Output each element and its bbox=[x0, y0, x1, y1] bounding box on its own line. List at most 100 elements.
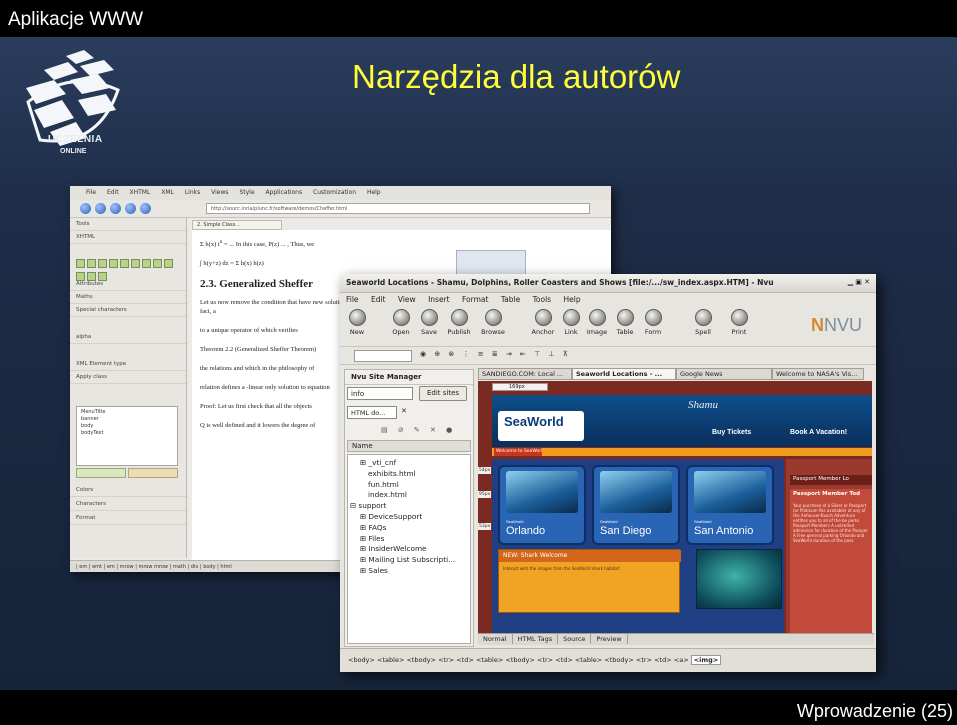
nvu-title-bar: Seaworld Locations - Shamu, Dolphins, Ro… bbox=[340, 274, 876, 293]
tab-html-tags[interactable]: HTML Tags bbox=[513, 634, 559, 644]
save-button[interactable]: Save bbox=[412, 309, 446, 336]
tag-item[interactable]: <td> bbox=[654, 656, 672, 664]
tag-item-selected[interactable]: <img> bbox=[690, 655, 722, 665]
tag-item[interactable]: <body> bbox=[348, 656, 375, 664]
apply-class-ok-button bbox=[76, 468, 126, 478]
tag-item[interactable]: <tr> bbox=[537, 656, 553, 664]
tag-item[interactable]: <td> bbox=[555, 656, 573, 664]
nvu-menubar: File Edit View Insert Format Table Tools… bbox=[340, 293, 876, 307]
back-menu-item: XML bbox=[161, 189, 174, 196]
form-button[interactable]: Form bbox=[636, 309, 670, 336]
seaworld-logo[interactable]: SeaWorld bbox=[498, 411, 584, 441]
shark-promo-title: NEW: Shark Welcome bbox=[499, 550, 681, 562]
tag-item[interactable]: <table> bbox=[476, 656, 503, 664]
tag-item[interactable]: <td> bbox=[456, 656, 474, 664]
site-toolbar-icons[interactable]: ▤ ⊘ ✎ ✕ ● bbox=[381, 426, 456, 434]
park-brand: SeaWorld bbox=[694, 519, 712, 524]
nvu-window-title: Seaworld Locations - Shamu, Dolphins, Ro… bbox=[346, 278, 774, 287]
close-icon[interactable]: ✕ bbox=[401, 407, 407, 415]
passport-title: Passport Member Tod bbox=[793, 491, 861, 497]
browse-button[interactable]: Browse bbox=[476, 309, 510, 336]
tag-item[interactable]: <table> bbox=[575, 656, 602, 664]
window-controls-icon[interactable]: ▁ ▣ ✕ bbox=[848, 278, 870, 286]
shark-image bbox=[696, 549, 782, 609]
new-button[interactable]: New bbox=[340, 309, 374, 336]
park-brand: SeaWorld bbox=[600, 519, 618, 524]
tag-item[interactable]: <tbody> bbox=[604, 656, 634, 664]
tag-item[interactable]: <tr> bbox=[438, 656, 454, 664]
publish-label: Publish bbox=[447, 328, 471, 336]
welcome-tab[interactable]: Welcome to SeaWorld bbox=[494, 448, 542, 456]
tree-item[interactable]: ⊞ Mailing List Subscripti... bbox=[350, 555, 470, 566]
tab-seaworld[interactable]: Seaworld Locations - ... bbox=[572, 368, 676, 380]
tree-item[interactable]: ⊟ support bbox=[350, 501, 470, 512]
tab-nasa[interactable]: Welcome to NASA's Vis... bbox=[772, 368, 864, 380]
tree-item[interactable]: ⊞ InsiderWelcome bbox=[350, 544, 470, 555]
site-select[interactable]: info bbox=[347, 387, 413, 400]
menu-insert[interactable]: Insert bbox=[428, 295, 450, 304]
menu-format[interactable]: Format bbox=[462, 295, 488, 304]
spell-button[interactable]: Spell bbox=[686, 309, 720, 336]
table-icon bbox=[616, 309, 634, 326]
tools-row: Special characters bbox=[70, 304, 186, 317]
open-icon bbox=[392, 309, 410, 326]
menu-tools[interactable]: Tools bbox=[533, 295, 551, 304]
tag-item[interactable]: <tbody> bbox=[505, 656, 535, 664]
tag-item[interactable]: <tbody> bbox=[406, 656, 436, 664]
menu-file[interactable]: File bbox=[346, 295, 359, 304]
park-city: Orlando bbox=[506, 525, 546, 537]
doc-formula: Σ h(x) tn = ... In this case, P(z) ... ,… bbox=[200, 239, 315, 249]
tree-item[interactable]: ⊞ Sales bbox=[350, 566, 470, 577]
save-icon bbox=[420, 309, 438, 326]
edit-sites-button[interactable]: Edit sites bbox=[419, 386, 467, 401]
tab-source[interactable]: Source bbox=[558, 634, 592, 644]
table-height-label: 54px bbox=[478, 467, 492, 474]
tree-item[interactable]: exhibits.html bbox=[350, 469, 470, 480]
tree-item[interactable]: ⊞ _vti_cnf bbox=[350, 458, 470, 469]
menu-view[interactable]: View bbox=[398, 295, 416, 304]
shark-promo[interactable]: NEW: Shark Welcome Interact with the ima… bbox=[498, 549, 681, 613]
browse-label: Browse bbox=[481, 328, 505, 336]
slide-footer-bar: Wprowadzenie (25) bbox=[0, 690, 957, 725]
link-icon bbox=[562, 309, 580, 326]
park-card-orlando[interactable]: SeaWorld Orlando bbox=[498, 465, 586, 545]
tab-preview[interactable]: Preview bbox=[591, 634, 628, 644]
park-card-san-diego[interactable]: SeaWorld San Diego bbox=[592, 465, 680, 545]
back-menu-item: File bbox=[86, 189, 97, 196]
tree-item[interactable]: fun.html bbox=[350, 480, 470, 491]
park-card-san-antonio[interactable]: SeaWorld San Antonio bbox=[686, 465, 774, 545]
publish-button[interactable]: Publish bbox=[442, 309, 476, 336]
buy-tickets-link[interactable]: Buy Tickets bbox=[712, 429, 751, 436]
tools-row: Apply class bbox=[70, 371, 186, 384]
paragraph-format-select[interactable] bbox=[354, 350, 412, 362]
menu-edit[interactable]: Edit bbox=[371, 295, 386, 304]
format-icons[interactable]: ◉ ⊕ ⊗ ⋮ ≡ ≣ ⇥ ⇤ ⊤ ⊥ ⊼ bbox=[420, 350, 571, 358]
passport-login-header[interactable]: Passport Member Lo bbox=[790, 475, 872, 485]
file-type-select[interactable]: HTML do... bbox=[347, 406, 397, 419]
tag-item[interactable]: <table> bbox=[377, 656, 404, 664]
passport-box: Passport Member Tod Your purchase of a S… bbox=[790, 489, 872, 639]
tab-sandiego[interactable]: SANDIEGO.COM: Local ... bbox=[478, 368, 572, 380]
tools-row: Maths bbox=[70, 291, 186, 304]
back-doc-tab: 2. Simple Class... bbox=[192, 220, 282, 230]
nvu-window: Seaworld Locations - Shamu, Dolphins, Ro… bbox=[340, 274, 876, 672]
publish-icon bbox=[450, 309, 468, 326]
tree-item[interactable]: ⊞ FAQs bbox=[350, 523, 470, 534]
menu-help[interactable]: Help bbox=[563, 295, 580, 304]
name-column-header[interactable]: Name bbox=[347, 440, 471, 452]
open-label: Open bbox=[392, 328, 410, 336]
tab-normal[interactable]: Normal bbox=[478, 634, 513, 644]
menu-table[interactable]: Table bbox=[501, 295, 520, 304]
tag-item[interactable]: <tr> bbox=[636, 656, 652, 664]
site-tree: ⊞ _vti_cnf exhibits.html fun.html index.… bbox=[347, 454, 471, 644]
class-list-item: body bbox=[81, 423, 94, 429]
tree-item[interactable]: ⊞ DeviceSupport bbox=[350, 512, 470, 523]
tree-item[interactable]: index.html bbox=[350, 490, 470, 501]
form-label: Form bbox=[644, 328, 662, 336]
shamu-logo: Shamu bbox=[688, 399, 718, 411]
tree-item[interactable]: ⊞ Files bbox=[350, 534, 470, 545]
tag-item[interactable]: <a> bbox=[674, 656, 689, 664]
tab-google-news[interactable]: Google News bbox=[676, 368, 772, 380]
book-vacation-link[interactable]: Book A Vacation! bbox=[790, 429, 847, 436]
print-button[interactable]: Print bbox=[722, 309, 756, 336]
